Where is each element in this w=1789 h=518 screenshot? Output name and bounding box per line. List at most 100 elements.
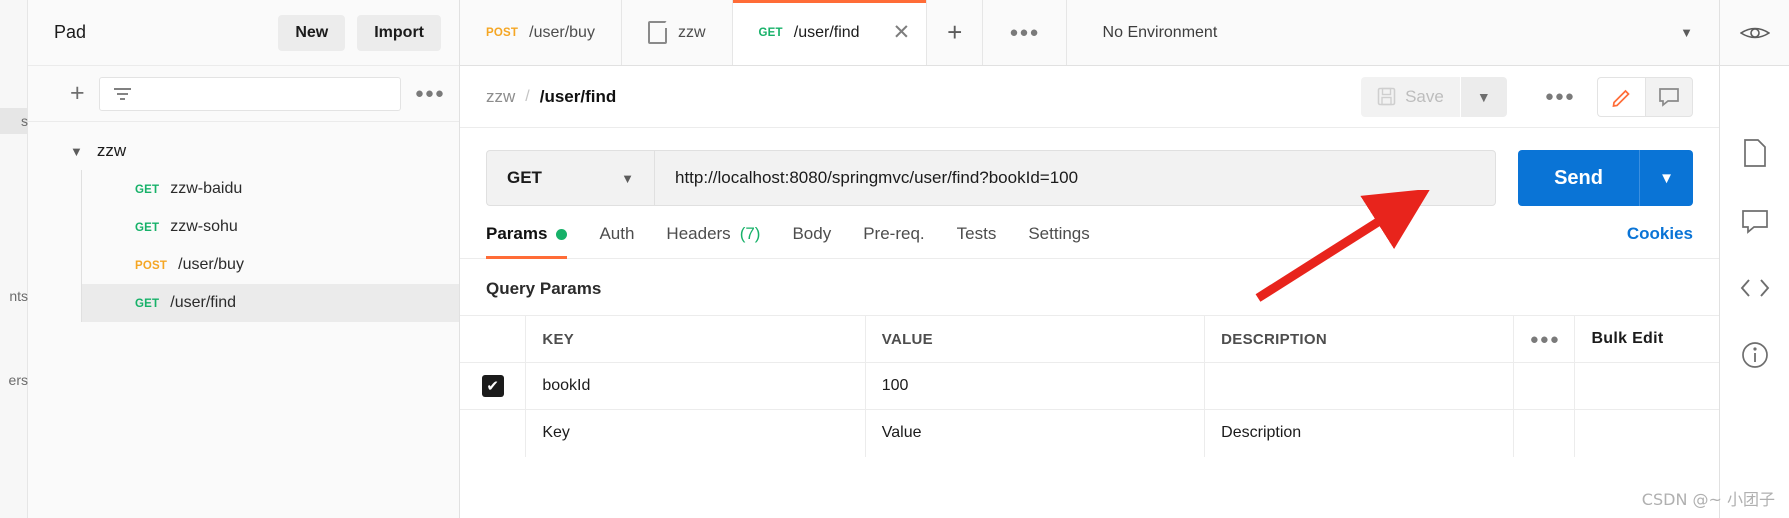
rail-item-mock-servers[interactable]: ers bbox=[0, 372, 28, 388]
tab-label: Pre-req. bbox=[863, 224, 925, 243]
environment-selector[interactable]: No Environment ▼ bbox=[1067, 0, 1719, 65]
tab-bar-more-icon[interactable]: ●●● bbox=[983, 0, 1067, 65]
method-badge: GET bbox=[135, 222, 160, 234]
rail-item-collections[interactable]: s bbox=[0, 108, 28, 134]
add-collection-icon[interactable]: + bbox=[70, 81, 85, 106]
tab-label: Auth bbox=[599, 224, 635, 243]
request-name: /user/find bbox=[170, 294, 237, 311]
row-checkbox[interactable]: ✔ bbox=[481, 375, 504, 397]
method-badge: POST bbox=[135, 260, 168, 272]
tab-user-find[interactable]: GET /user/find ✕ bbox=[732, 0, 928, 65]
send-button[interactable]: Send bbox=[1518, 150, 1639, 206]
filter-icon bbox=[113, 87, 131, 100]
request-tabs: Params Auth Headers (7) Body Pre-req. Te… bbox=[460, 206, 1719, 259]
header-description: DESCRIPTION bbox=[1204, 315, 1514, 363]
sidebar-more-icon[interactable]: ●●● bbox=[415, 85, 445, 102]
comment-icon[interactable] bbox=[1645, 76, 1693, 117]
header-checkbox bbox=[460, 315, 527, 363]
save-options-caret[interactable]: ▼ bbox=[1460, 76, 1507, 117]
tab-auth[interactable]: Auth bbox=[583, 224, 650, 258]
comment-icon[interactable] bbox=[1741, 209, 1769, 240]
empty-key-input[interactable]: Key bbox=[525, 409, 866, 457]
tab-bar: POST /user/buy zzw GET /user/find ✕ + ●●… bbox=[460, 0, 1789, 66]
info-icon[interactable] bbox=[1741, 341, 1769, 374]
tab-user-buy[interactable]: POST /user/buy bbox=[460, 0, 622, 65]
method-select[interactable]: GET ▼ bbox=[486, 150, 654, 206]
breadcrumb-collection[interactable]: zzw bbox=[486, 87, 515, 107]
document-icon[interactable] bbox=[1742, 138, 1768, 173]
tab-label: Headers bbox=[666, 224, 731, 243]
tree-children: GET zzw-baidu GET zzw-sohu POST /user/bu… bbox=[81, 170, 459, 322]
breadcrumb-separator: / bbox=[525, 87, 530, 105]
tab-label: Body bbox=[792, 224, 832, 243]
tab-label: Params bbox=[486, 224, 548, 243]
save-group: Save ▼ bbox=[1361, 76, 1507, 117]
chevron-down-icon: ▼ bbox=[1680, 25, 1693, 40]
tab-label: Settings bbox=[1028, 224, 1090, 243]
request-name: zzw-baidu bbox=[170, 180, 243, 197]
request-name: zzw-sohu bbox=[170, 218, 238, 235]
eye-icon bbox=[1739, 27, 1770, 38]
tab-settings[interactable]: Settings bbox=[1012, 224, 1105, 258]
tab-zzw[interactable]: zzw bbox=[621, 0, 733, 65]
bulk-edit-link[interactable]: Bulk Edit bbox=[1591, 330, 1663, 347]
method-value: GET bbox=[507, 168, 542, 187]
list-item[interactable]: GET zzw-baidu bbox=[82, 170, 459, 208]
url-input[interactable]: http://localhost:8080/springmvc/user/fin… bbox=[654, 150, 1497, 206]
list-item[interactable]: POST /user/buy bbox=[82, 246, 459, 284]
rail-item-label: ers bbox=[8, 372, 28, 388]
method-badge: GET bbox=[135, 184, 160, 196]
table-row: ✔ bookId 100 bbox=[460, 362, 1719, 410]
left-rail: s nts ers bbox=[0, 0, 28, 518]
environment-quick-look[interactable] bbox=[1719, 0, 1789, 65]
request-more-icon[interactable]: ●●● bbox=[1523, 88, 1597, 106]
empty-value-input[interactable]: Value bbox=[865, 409, 1206, 457]
save-label: Save bbox=[1405, 86, 1444, 106]
list-item[interactable]: GET zzw-sohu bbox=[82, 208, 459, 246]
list-item-selected[interactable]: GET /user/find bbox=[82, 284, 459, 322]
workspace-title: Pad bbox=[54, 22, 87, 42]
right-rail bbox=[1719, 66, 1789, 518]
send-options-caret[interactable]: ▼ bbox=[1639, 150, 1693, 206]
method-badge: GET bbox=[135, 298, 160, 310]
tab-params[interactable]: Params bbox=[486, 224, 583, 259]
tab-pre-request[interactable]: Pre-req. bbox=[847, 224, 940, 258]
tab-label: /user/buy bbox=[529, 23, 595, 41]
tree-folder-label: zzw bbox=[96, 141, 127, 160]
code-icon[interactable] bbox=[1740, 276, 1770, 305]
modified-dot-icon bbox=[556, 228, 568, 240]
row-key[interactable]: bookId bbox=[525, 362, 866, 410]
floppy-disk-icon bbox=[1377, 87, 1396, 106]
tree-folder-zzw[interactable]: ▼ zzw bbox=[28, 132, 459, 170]
save-button[interactable]: Save bbox=[1361, 76, 1460, 117]
params-more-icon[interactable]: ●●● bbox=[1513, 315, 1576, 363]
tab-label: /user/find bbox=[793, 23, 860, 41]
tab-headers[interactable]: Headers (7) bbox=[650, 224, 776, 258]
new-button[interactable]: New bbox=[278, 14, 346, 51]
rail-item-label: nts bbox=[9, 288, 28, 304]
rail-item-environments[interactable]: nts bbox=[0, 288, 28, 304]
rail-item-label: s bbox=[21, 113, 28, 129]
empty-description-input[interactable]: Description bbox=[1204, 409, 1514, 457]
close-icon[interactable]: ✕ bbox=[893, 20, 911, 45]
row-value[interactable]: 100 bbox=[865, 362, 1206, 410]
filter-input[interactable] bbox=[98, 76, 401, 111]
main-panel: POST /user/buy zzw GET /user/find ✕ + ●●… bbox=[460, 0, 1789, 518]
breadcrumb-current: /user/find bbox=[539, 86, 617, 106]
header-value: VALUE bbox=[865, 315, 1206, 363]
tab-body[interactable]: Body bbox=[776, 224, 847, 258]
table-row-empty: Key Value Description bbox=[460, 409, 1719, 457]
pencil-icon[interactable] bbox=[1597, 76, 1645, 117]
document-icon bbox=[647, 21, 667, 44]
cookies-link[interactable]: Cookies bbox=[1627, 224, 1693, 258]
new-tab-icon[interactable]: + bbox=[927, 0, 984, 65]
import-button[interactable]: Import bbox=[357, 14, 441, 51]
row-description[interactable] bbox=[1204, 362, 1514, 410]
postman-window: s nts ers Pad New Import + ●●● ▼ zzw GET… bbox=[0, 0, 1789, 518]
tab-tests[interactable]: Tests bbox=[941, 224, 1013, 258]
chevron-down-icon: ▼ bbox=[70, 143, 83, 159]
environment-label: No Environment bbox=[1102, 23, 1218, 41]
chevron-down-icon: ▼ bbox=[621, 170, 634, 186]
breadcrumb-row: zzw / /user/find Save ▼ ●●● bbox=[460, 66, 1719, 128]
sidebar-toolbar: + ●●● bbox=[28, 66, 459, 122]
